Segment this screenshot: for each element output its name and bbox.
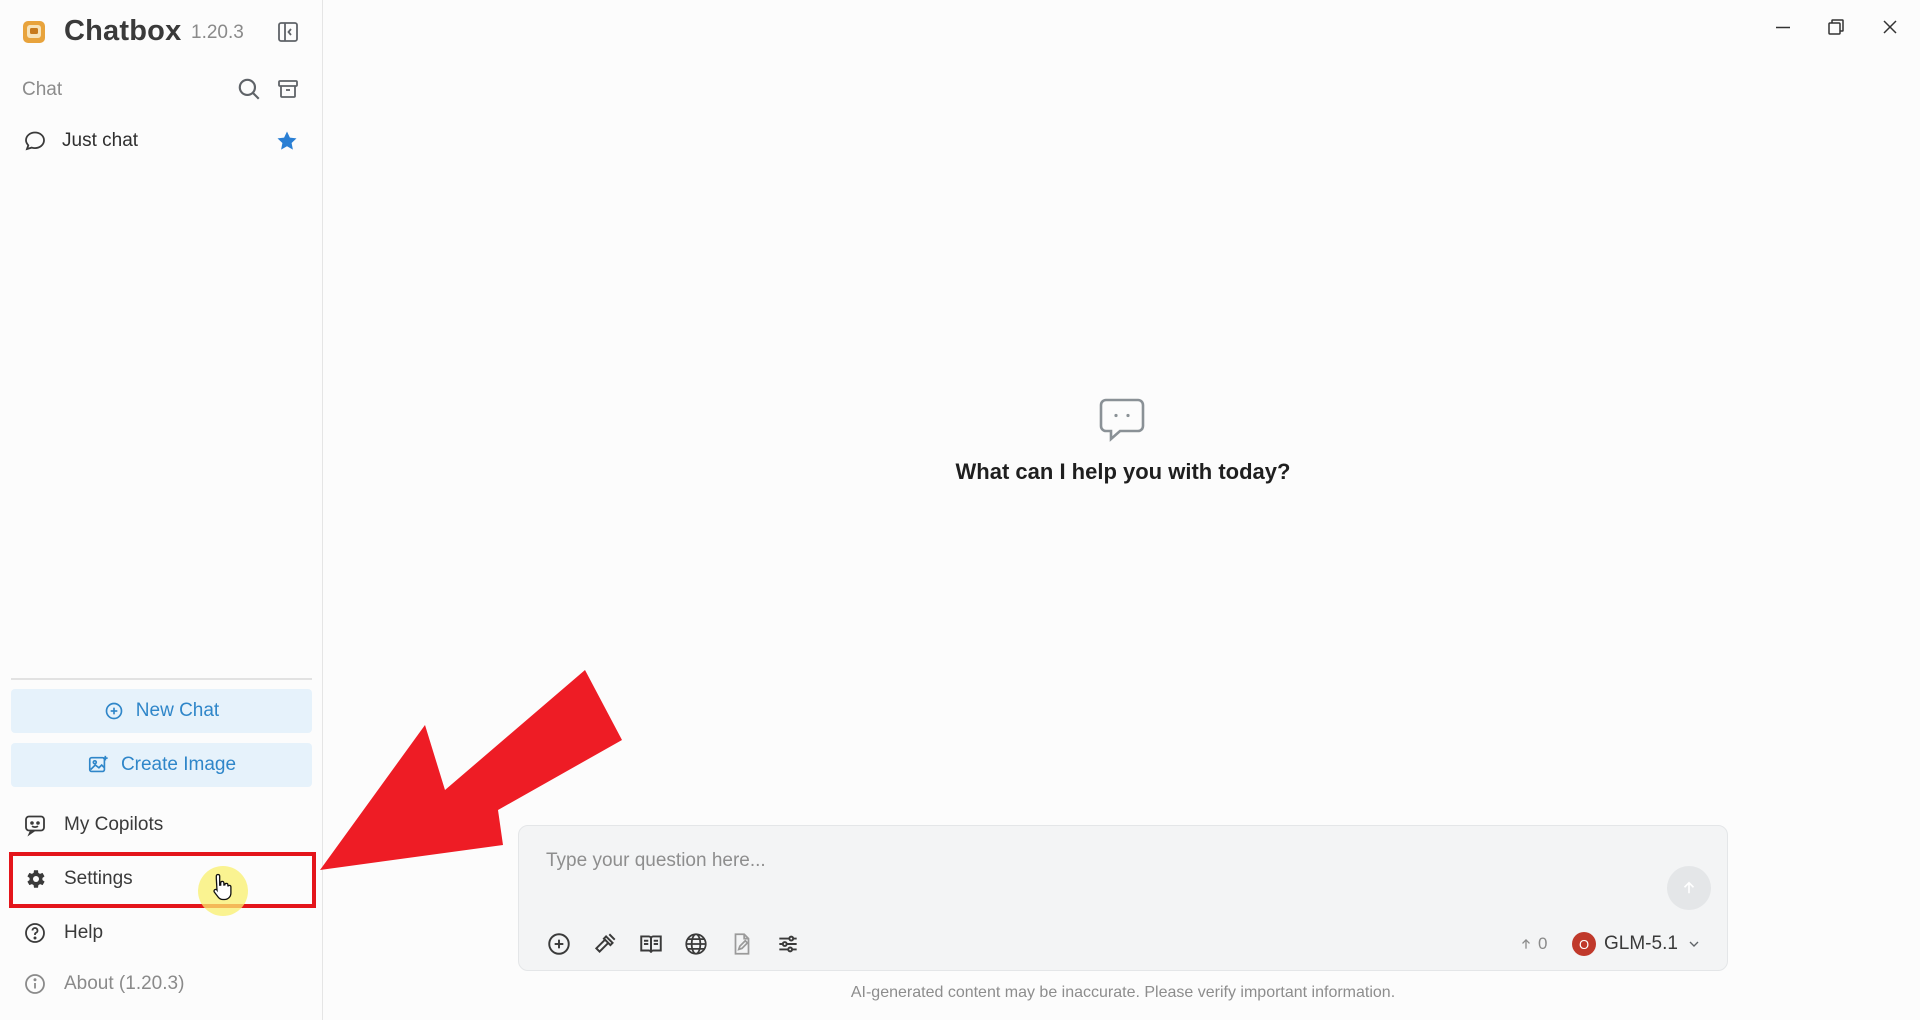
empty-state-heading: What can I help you with today? bbox=[955, 459, 1291, 484]
sidebar-collapse-icon[interactable] bbox=[276, 20, 300, 44]
help-label: Help bbox=[64, 922, 104, 943]
star-icon[interactable] bbox=[275, 129, 299, 153]
image-icon bbox=[88, 755, 108, 773]
arrow-up-icon bbox=[1683, 881, 1695, 894]
token-count-value: 0 bbox=[1538, 934, 1548, 953]
book-icon[interactable] bbox=[638, 931, 664, 957]
create-image-label: Create Image bbox=[120, 754, 237, 775]
info-icon bbox=[25, 974, 45, 994]
plus-circle-icon bbox=[105, 702, 123, 720]
copilot-icon bbox=[25, 815, 45, 837]
my-copilots-label: My Copilots bbox=[64, 814, 164, 835]
settings-highlight-box bbox=[9, 852, 316, 908]
provider-badge: O bbox=[1572, 932, 1596, 956]
archive-icon[interactable] bbox=[276, 77, 300, 101]
chat-list-item[interactable]: Just chat bbox=[10, 120, 312, 162]
help-circle-icon bbox=[25, 923, 45, 943]
chat-item-label: Just chat bbox=[62, 130, 139, 151]
sidebar-header: Chatbox 1.20.3 bbox=[0, 0, 323, 64]
create-image-button[interactable]: Create Image bbox=[11, 743, 312, 787]
ai-disclaimer: AI-generated content may be inaccurate. … bbox=[850, 984, 1396, 1001]
chat-bubble-icon bbox=[25, 131, 45, 151]
close-window-icon[interactable] bbox=[1877, 14, 1903, 40]
app-name: Chatbox bbox=[64, 15, 182, 47]
chat-section-label: Chat bbox=[22, 79, 63, 100]
model-name: GLM-5.1 bbox=[1604, 933, 1678, 954]
file-edit-icon[interactable] bbox=[729, 931, 755, 957]
send-button[interactable] bbox=[1667, 866, 1711, 910]
about-label: About (1.20.3) bbox=[64, 973, 185, 994]
about-menu-item[interactable]: About (1.20.3) bbox=[10, 961, 312, 1007]
chatbox-window: Chatbox 1.20.3 Chat Just chat New Chat C… bbox=[0, 0, 1920, 1020]
my-copilots-menu-item[interactable]: My Copilots bbox=[10, 802, 312, 848]
sliders-icon[interactable] bbox=[775, 931, 801, 957]
globe-web-icon[interactable] bbox=[683, 931, 709, 957]
chat-placeholder-icon bbox=[1099, 398, 1145, 442]
minimize-icon[interactable] bbox=[1770, 14, 1796, 40]
message-composer: 0 O GLM-5.1 bbox=[518, 825, 1728, 971]
chatbox-logo-icon bbox=[23, 21, 45, 43]
search-icon[interactable] bbox=[236, 76, 262, 102]
message-input[interactable] bbox=[546, 846, 1646, 876]
model-selector[interactable]: O GLM-5.1 bbox=[1572, 930, 1702, 958]
sidebar-divider bbox=[11, 678, 312, 680]
help-menu-item[interactable]: Help bbox=[10, 910, 312, 956]
token-counter: 0 bbox=[1519, 934, 1547, 954]
new-chat-label: New Chat bbox=[135, 700, 220, 721]
new-chat-button[interactable]: New Chat bbox=[11, 689, 312, 733]
hand-cursor-icon bbox=[213, 873, 232, 901]
chevron-down-icon bbox=[1689, 941, 1699, 947]
hammer-icon[interactable] bbox=[592, 931, 618, 957]
arrow-up-icon bbox=[1522, 939, 1530, 949]
attach-plus-icon[interactable] bbox=[546, 931, 572, 957]
restore-window-icon[interactable] bbox=[1823, 14, 1849, 40]
app-version: 1.20.3 bbox=[191, 22, 244, 43]
